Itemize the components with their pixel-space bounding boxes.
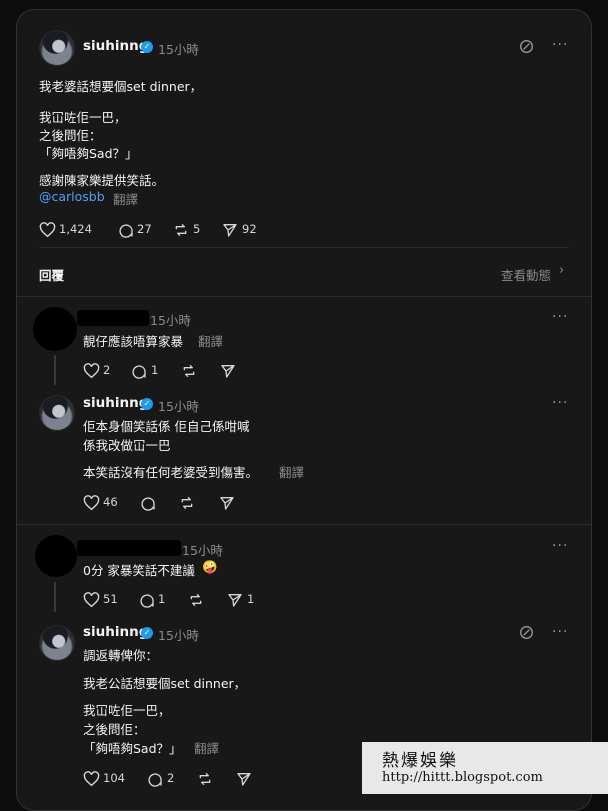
username[interactable]: siuhinng: [83, 38, 148, 54]
reply-line-1: 佢本身個笑話係 佢自己係咁喊: [83, 419, 250, 434]
more-icon[interactable]: ···: [552, 538, 568, 554]
divider: [17, 524, 591, 525]
divider: [39, 247, 569, 248]
translate-link[interactable]: 翻譯: [113, 189, 138, 208]
reply-intro: 調返轉俾你：: [83, 648, 159, 663]
reply-line-3: 之後問佢：: [83, 722, 146, 737]
comment-icon[interactable]: [131, 363, 147, 379]
reply-text: 靚仔應該唔算家暴: [83, 334, 184, 349]
like-count: 104: [103, 771, 125, 785]
thread-line: [54, 582, 56, 612]
comment-count: 27: [137, 222, 152, 236]
repost-icon[interactable]: [173, 222, 189, 238]
redacted-username: [77, 310, 149, 326]
post-line-1: 我老婆話想要個set dinner，: [39, 79, 203, 94]
reply-time: 15小時: [150, 313, 191, 328]
translate-link[interactable]: 翻譯: [279, 462, 304, 481]
more-icon[interactable]: ···: [552, 37, 568, 53]
verified-icon: ✓: [141, 627, 153, 639]
repost-icon[interactable]: [197, 771, 213, 787]
heart-icon[interactable]: [83, 771, 100, 787]
avatar[interactable]: [39, 30, 75, 66]
heart-icon[interactable]: [83, 363, 100, 379]
username[interactable]: siuhinng: [83, 395, 148, 411]
repost-icon[interactable]: [179, 495, 195, 511]
heart-icon[interactable]: [83, 495, 100, 511]
repost-circle-icon[interactable]: [519, 39, 534, 54]
emoji: 🤪: [202, 559, 218, 574]
repost-icon[interactable]: [181, 363, 197, 379]
watermark-title: 熱爆娛樂: [382, 751, 458, 771]
repost-icon[interactable]: [188, 592, 204, 608]
comment-count: 2: [167, 771, 175, 785]
username[interactable]: siuhinng: [83, 624, 148, 640]
share-icon[interactable]: [219, 495, 235, 511]
reply-line-2: 我冚咗佢一巴，: [83, 703, 171, 718]
divider: [17, 296, 591, 297]
thread-card: siuhinng ✓ 15小時 ··· 我老婆話想要個set dinner， 我…: [16, 9, 592, 811]
like-count: 1,424: [59, 222, 92, 236]
share-count: 92: [242, 222, 257, 236]
repost-circle-icon[interactable]: [519, 625, 534, 640]
translate-link[interactable]: 翻譯: [198, 331, 223, 350]
chevron-right-icon[interactable]: ›: [559, 263, 564, 278]
avatar[interactable]: [39, 395, 75, 431]
thread-line: [54, 355, 56, 385]
watermark-url: http://hittt.blogspot.com: [382, 770, 543, 785]
view-activity-link[interactable]: 查看動態: [501, 265, 551, 284]
like-count: 2: [103, 363, 111, 377]
watermark: 熱爆娛樂 http://hittt.blogspot.com: [362, 742, 608, 794]
reply-text: 0分 家暴笑話不建議: [83, 563, 195, 578]
comment-count: 1: [151, 363, 159, 377]
reply-line-1: 我老公話想要個set dinner，: [83, 676, 247, 691]
post-line-4: 「夠唔夠Sad？」: [39, 146, 138, 161]
more-icon[interactable]: ···: [552, 395, 568, 411]
avatar[interactable]: [33, 307, 77, 351]
more-icon[interactable]: ···: [552, 309, 568, 325]
share-count: 1: [247, 592, 255, 606]
verified-icon: ✓: [141, 398, 153, 410]
post-line-5: 感謝陳家樂提供笑話。: [39, 173, 165, 188]
reply-line-4: 「夠唔夠Sad？」: [83, 741, 182, 756]
redacted-username: [77, 540, 181, 556]
share-icon[interactable]: [220, 363, 236, 379]
comment-icon[interactable]: [118, 222, 134, 238]
translate-link[interactable]: 翻譯: [194, 738, 219, 757]
comment-icon[interactable]: [139, 592, 155, 608]
like-count: 46: [103, 495, 118, 509]
comment-icon[interactable]: [140, 495, 156, 511]
avatar[interactable]: [35, 535, 77, 577]
avatar[interactable]: [39, 625, 75, 661]
post-line-3: 之後問佢：: [39, 128, 102, 143]
replies-label: 回覆: [39, 268, 65, 283]
share-icon[interactable]: [227, 592, 243, 608]
share-icon[interactable]: [236, 771, 252, 787]
comment-icon[interactable]: [147, 771, 163, 787]
verified-icon: ✓: [141, 41, 153, 53]
reply-line-2: 係我改做冚一巴: [83, 438, 171, 453]
post-time: 15小時: [158, 42, 199, 57]
reply-time: 15小時: [158, 399, 199, 414]
reply-time: 15小時: [182, 543, 223, 558]
more-icon[interactable]: ···: [552, 624, 568, 640]
like-count: 51: [103, 592, 118, 606]
repost-count: 5: [193, 222, 201, 236]
share-icon[interactable]: [222, 222, 238, 238]
comment-count: 1: [158, 592, 166, 606]
reply-note: 本笑話沒有任何老婆受到傷害。: [83, 465, 259, 480]
post-line-2: 我冚咗佢一巴，: [39, 110, 127, 125]
heart-icon[interactable]: [39, 222, 56, 238]
heart-icon[interactable]: [83, 592, 100, 608]
mention-link[interactable]: @carlosbb: [39, 189, 105, 204]
reply-time: 15小時: [158, 628, 199, 643]
